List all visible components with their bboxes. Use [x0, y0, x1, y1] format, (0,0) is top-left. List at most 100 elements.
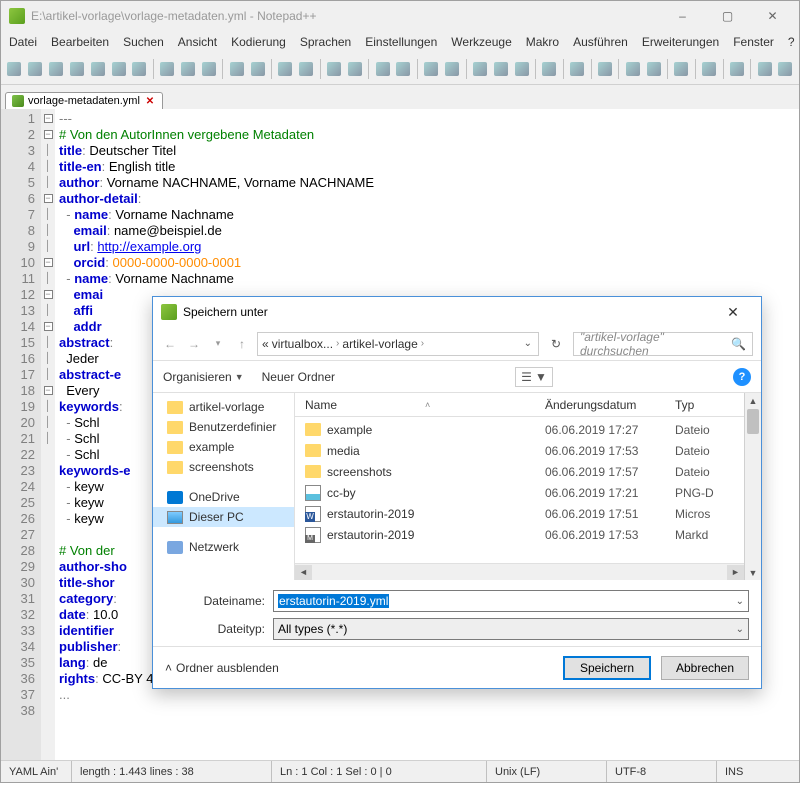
titlebar[interactable]: E:\artikel-vorlage\vorlage-metadaten.yml…	[1, 1, 799, 31]
file-row[interactable]: screenshots06.06.2019 17:57Dateio	[295, 461, 744, 482]
scroll-up-button[interactable]: ▲	[745, 393, 761, 408]
replace-button[interactable]	[297, 59, 316, 79]
print-button[interactable]	[130, 59, 149, 79]
search-icon[interactable]: 🔍	[731, 337, 746, 351]
word-wrap-button[interactable]	[394, 59, 413, 79]
play-button[interactable]	[727, 59, 746, 79]
file-row[interactable]: cc-by06.06.2019 17:21PNG-D	[295, 482, 744, 503]
organize-menu[interactable]: Organisieren▼	[163, 370, 244, 384]
run-button[interactable]	[755, 59, 774, 79]
menu-item-ausfhren[interactable]: Ausführen	[573, 35, 628, 49]
menu-item-erweiterungen[interactable]: Erweiterungen	[642, 35, 719, 49]
tree-item-dieserpc[interactable]: Dieser PC	[153, 507, 294, 527]
fold-column[interactable]: −−│││−│││−│−│−│││−│││	[41, 109, 55, 760]
tree-item-onedrive[interactable]: OneDrive	[153, 487, 294, 507]
dialog-titlebar[interactable]: Speichern unter ✕	[153, 297, 761, 327]
menu-item-datei[interactable]: Datei	[9, 35, 37, 49]
filetype-dropdown-icon[interactable]: ⌄	[736, 624, 744, 635]
tree-item-example[interactable]: example	[153, 437, 294, 457]
filetype-select[interactable]: All types (*.*) ⌄	[273, 618, 749, 640]
tree-item-screenshots[interactable]: screenshots	[153, 457, 294, 477]
zoom-in-button[interactable]	[325, 59, 344, 79]
rec-button[interactable]	[700, 59, 719, 79]
help-button[interactable]: ?	[733, 368, 751, 386]
menu-item-[interactable]: ?	[788, 35, 795, 49]
menu-item-einstellungen[interactable]: Einstellungen	[365, 35, 437, 49]
scrollbar-thumb[interactable]	[747, 409, 759, 434]
menu-item-ansicht[interactable]: Ansicht	[178, 35, 217, 49]
file-row[interactable]: example06.06.2019 17:27Dateio	[295, 419, 744, 440]
nav-button[interactable]	[644, 59, 663, 79]
folder-tree[interactable]: artikel-vorlageBenutzerdefinierexamplesc…	[153, 393, 295, 580]
scroll-down-button[interactable]: ▼	[745, 565, 761, 580]
menu-item-fenster[interactable]: Fenster	[733, 35, 774, 49]
filename-dropdown-icon[interactable]: ⌄	[736, 596, 744, 607]
col-name[interactable]: Name˄	[295, 398, 545, 412]
new-folder-button[interactable]: Neuer Ordner	[262, 370, 335, 384]
nav-up-button[interactable]: ↑	[233, 335, 251, 353]
breadcrumb-seg2[interactable]: artikel-vorlage	[342, 337, 417, 351]
col-type[interactable]: Typ	[675, 398, 744, 412]
file-row[interactable]: erstautorin-201906.06.2019 17:51Micros	[295, 503, 744, 524]
breadcrumb-seg1[interactable]: virtualbox...	[272, 337, 333, 351]
indent-guide-button[interactable]	[443, 59, 462, 79]
tree-item-netzwerk[interactable]: Netzwerk	[153, 537, 294, 557]
menu-item-makro[interactable]: Makro	[526, 35, 559, 49]
breadcrumb[interactable]: « virtualbox... › artikel-vorlage › ⌄	[257, 332, 539, 356]
nav-recent-button[interactable]: ▾	[209, 335, 227, 353]
cancel-button[interactable]: Abbrechen	[661, 656, 749, 680]
copy-button[interactable]	[179, 59, 198, 79]
monitor-button[interactable]	[672, 59, 691, 79]
paste-button[interactable]	[200, 59, 219, 79]
scroll-right-button[interactable]: ►	[727, 565, 744, 580]
col-date[interactable]: Änderungsdatum	[545, 398, 675, 412]
folder-button[interactable]	[623, 59, 642, 79]
filename-input[interactable]: erstautorin-2019.yml ⌄	[273, 590, 749, 612]
find-button[interactable]	[276, 59, 295, 79]
doc-map-button[interactable]	[595, 59, 614, 79]
nav-back-button[interactable]: ←	[161, 335, 179, 353]
file-list-header[interactable]: Name˄ Änderungsdatum Typ	[295, 393, 744, 417]
vertical-scrollbar[interactable]: ▲ ▼	[744, 393, 761, 580]
close-button[interactable]: ✕	[750, 2, 795, 30]
open-button[interactable]	[26, 59, 45, 79]
whitespace-button[interactable]	[422, 59, 441, 79]
new-button[interactable]	[5, 59, 24, 79]
menu-item-kodierung[interactable]: Kodierung	[231, 35, 286, 49]
tree-item-benutzerdefinier[interactable]: Benutzerdefinier	[153, 417, 294, 437]
menu-item-bearbeiten[interactable]: Bearbeiten	[51, 35, 109, 49]
menu-item-suchen[interactable]: Suchen	[123, 35, 164, 49]
close-button[interactable]	[88, 59, 107, 79]
maximize-button[interactable]: ▢	[705, 2, 750, 30]
breadcrumb-dropdown-icon[interactable]: ⌄	[524, 338, 534, 349]
menu-item-werkzeuge[interactable]: Werkzeuge	[451, 35, 511, 49]
tab-close-icon[interactable]: ✕	[144, 95, 156, 107]
redo-button[interactable]	[248, 59, 267, 79]
sync-button[interactable]	[373, 59, 392, 79]
cut-button[interactable]	[158, 59, 177, 79]
undo-button[interactable]	[227, 59, 246, 79]
file-row[interactable]: erstautorin-201906.06.2019 17:53Markd	[295, 524, 744, 545]
fold-all-button[interactable]	[491, 59, 510, 79]
file-row[interactable]: media06.06.2019 17:53Dateio	[295, 440, 744, 461]
nav-refresh-button[interactable]: ↻	[545, 333, 567, 355]
menu-item-sprachen[interactable]: Sprachen	[300, 35, 351, 49]
tree-item-artikelvorlage[interactable]: artikel-vorlage	[153, 397, 294, 417]
zoom-out-button[interactable]	[345, 59, 364, 79]
save-button[interactable]	[47, 59, 66, 79]
minimize-button[interactable]: –	[660, 2, 705, 30]
view-mode-button[interactable]: ☰▼	[515, 367, 553, 387]
scroll-left-button[interactable]: ◄	[295, 565, 312, 580]
search-input[interactable]: "artikel-vorlage" durchsuchen 🔍	[573, 332, 753, 356]
file-list-rows[interactable]: example06.06.2019 17:27Dateiomedia06.06.…	[295, 417, 744, 563]
dialog-close-button[interactable]: ✕	[713, 298, 753, 326]
close-all-button[interactable]	[109, 59, 128, 79]
nav-forward-button[interactable]: →	[185, 335, 203, 353]
lang-button[interactable]	[470, 59, 489, 79]
hide-lines-button[interactable]	[540, 59, 559, 79]
save-button[interactable]: Speichern	[563, 656, 651, 680]
unfold-all-button[interactable]	[512, 59, 531, 79]
stop-button[interactable]	[776, 59, 795, 79]
func-list-button[interactable]	[568, 59, 587, 79]
hide-folders-toggle[interactable]: ˄ Ordner ausblenden	[165, 661, 279, 675]
